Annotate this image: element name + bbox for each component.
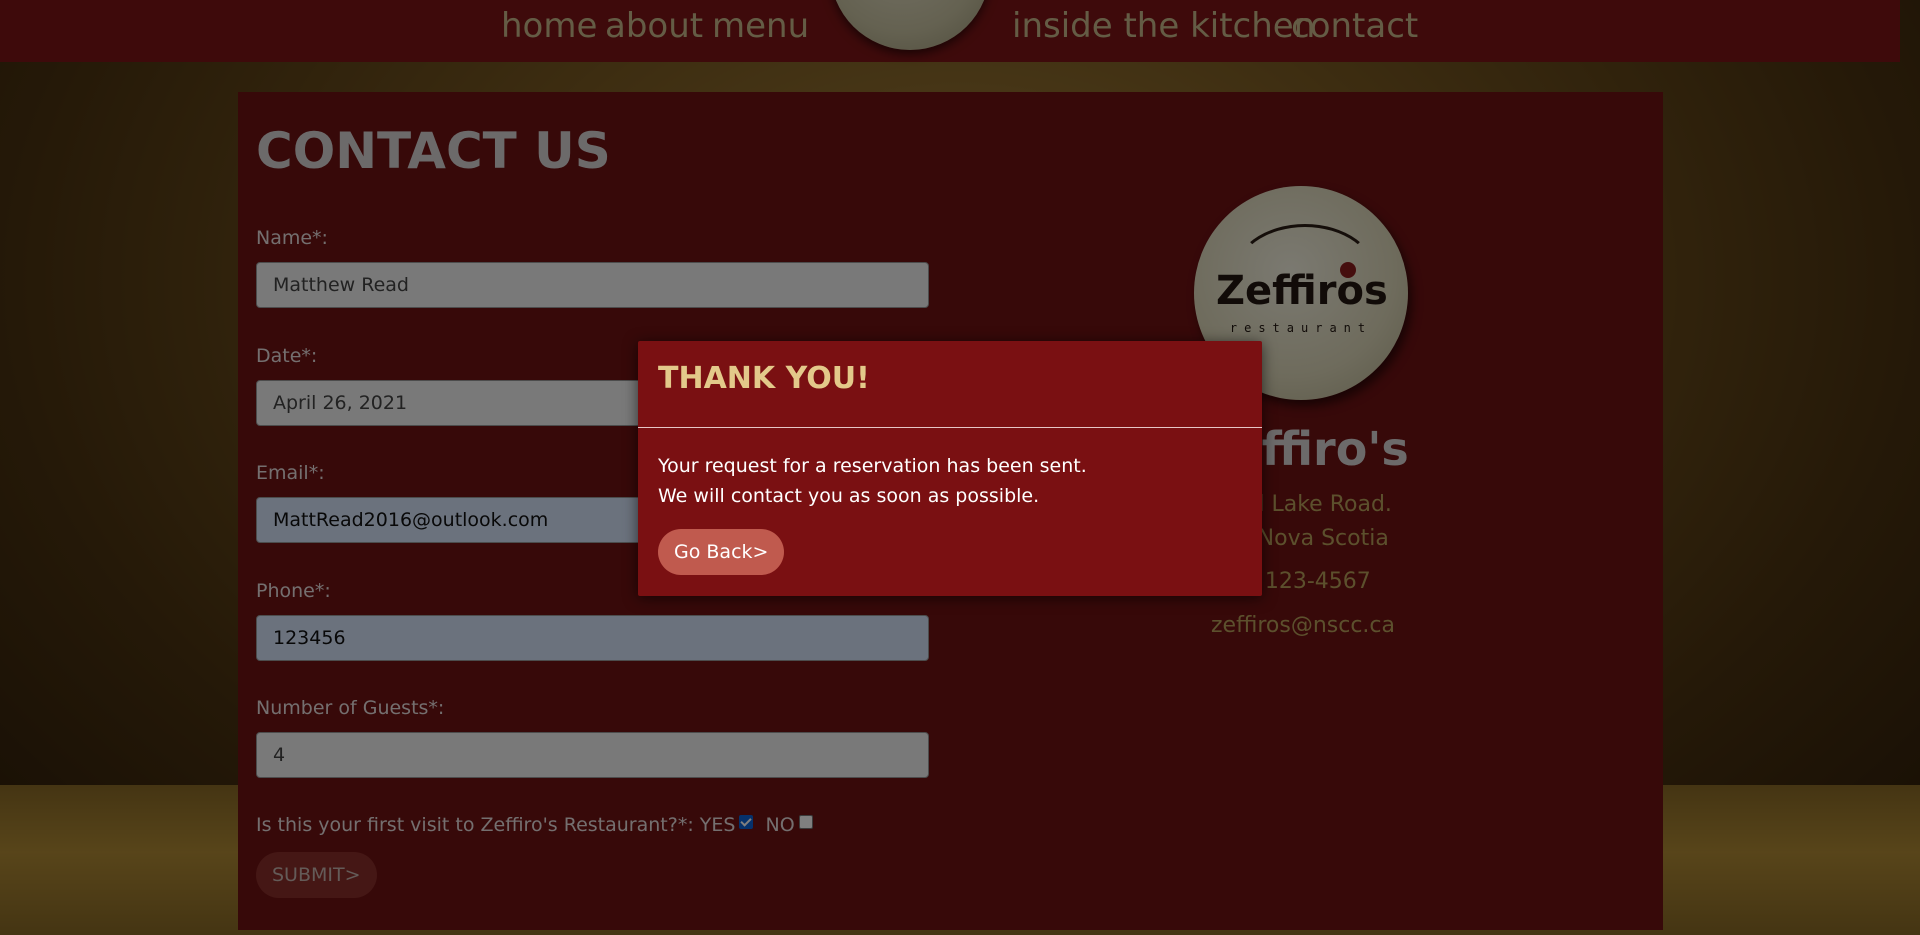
thank-you-modal: THANK YOU! Your request for a reservatio… <box>638 341 1262 596</box>
modal-title: THANK YOU! <box>658 361 870 396</box>
modal-message-line-1: Your request for a reservation has been … <box>658 455 1087 477</box>
modal-divider <box>638 427 1262 428</box>
modal-message-line-2: We will contact you as soon as possible. <box>658 485 1040 507</box>
modal-message: Your request for a reservation has been … <box>658 451 1087 511</box>
go-back-button[interactable]: Go Back> <box>658 529 785 575</box>
